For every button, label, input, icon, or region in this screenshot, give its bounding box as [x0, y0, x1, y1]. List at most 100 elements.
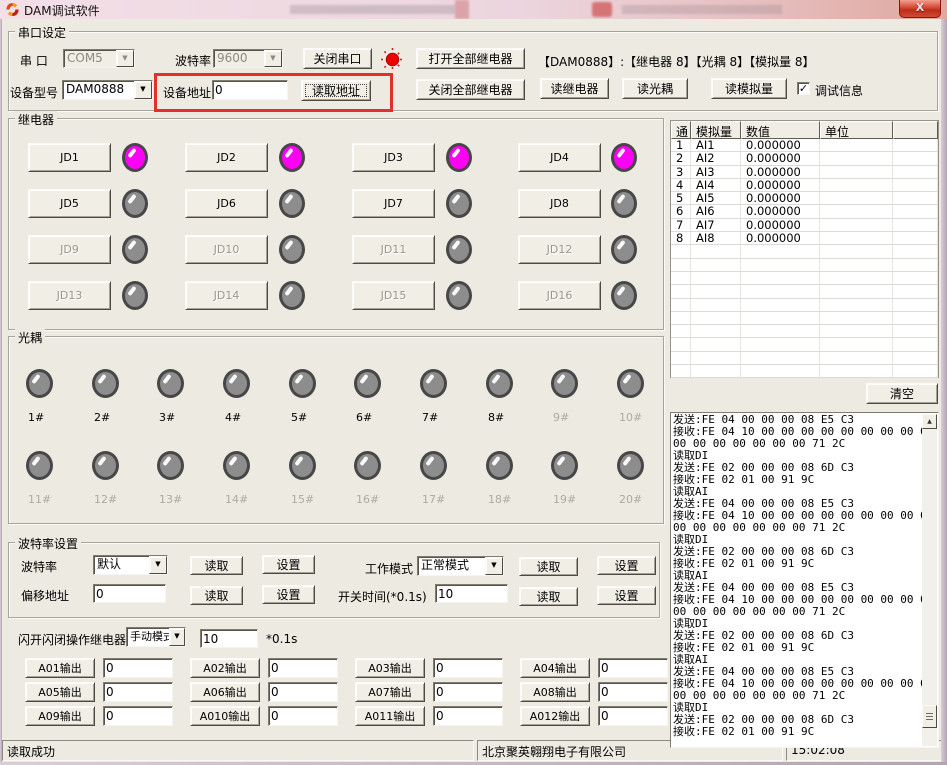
- close-all-relays-button[interactable]: 关闭全部继电器: [416, 79, 525, 100]
- ao-button-A06[interactable]: A06输出: [190, 682, 260, 702]
- offset-address-input[interactable]: [93, 584, 166, 603]
- read-relay-button[interactable]: 读继电器: [540, 78, 609, 99]
- ao-button-A01[interactable]: A01输出: [25, 658, 95, 678]
- ao-input-A012[interactable]: [598, 706, 668, 726]
- relay-button-jd12[interactable]: JD12: [518, 235, 601, 264]
- ao-input-A07[interactable]: [433, 682, 503, 702]
- table-cell: 6: [671, 205, 691, 217]
- ao-button-A012[interactable]: A012输出: [520, 706, 590, 726]
- switch-time-read-button[interactable]: 读取: [519, 587, 578, 606]
- work-mode-set-button[interactable]: 设置: [597, 556, 656, 575]
- offset-set-button[interactable]: 设置: [262, 585, 315, 604]
- ao-input-A09[interactable]: [103, 706, 173, 726]
- opto-led-3: [157, 369, 184, 398]
- ao-button-A07[interactable]: A07输出: [355, 682, 425, 702]
- ao-input-A06[interactable]: [268, 682, 338, 702]
- relay-button-jd7[interactable]: JD7: [352, 189, 435, 218]
- baud-default-select[interactable]: 默认 ▼: [93, 555, 168, 575]
- relay-button-jd10[interactable]: JD10: [185, 235, 268, 264]
- table-row: 4AI40.000000: [671, 179, 938, 192]
- table-cell: [893, 232, 938, 244]
- table-cell: [741, 325, 820, 337]
- close-serial-button[interactable]: 关闭串口: [303, 48, 372, 69]
- debug-info-checkbox[interactable]: ✓: [797, 82, 810, 95]
- relay-button-jd9[interactable]: JD9: [28, 235, 111, 264]
- log-scrollbar[interactable]: ▲: [922, 414, 937, 746]
- table-header-extra[interactable]: [893, 121, 938, 139]
- ao-input-A05[interactable]: [103, 682, 173, 702]
- baud-read-button[interactable]: 读取: [190, 556, 243, 575]
- relay-button-jd11[interactable]: JD11: [352, 235, 435, 264]
- ao-input-A010[interactable]: [268, 706, 338, 726]
- ao-input-A08[interactable]: [598, 682, 668, 702]
- relay-button-jd6[interactable]: JD6: [185, 189, 268, 218]
- baud-set-button[interactable]: 设置: [262, 555, 315, 574]
- table-row: [671, 272, 938, 285]
- relay-button-jd14[interactable]: JD14: [185, 281, 268, 310]
- ao-input-A011[interactable]: [433, 706, 503, 726]
- switch-time-set-button[interactable]: 设置: [597, 586, 656, 605]
- relay-button-jd4[interactable]: JD4: [518, 143, 601, 172]
- ao-button-A011[interactable]: A011输出: [355, 706, 425, 726]
- table-cell: [691, 285, 741, 297]
- ao-button-A03[interactable]: A03输出: [355, 658, 425, 678]
- ao-button-A010[interactable]: A010输出: [190, 706, 260, 726]
- baud-rate-select[interactable]: 9600 ▼: [213, 49, 283, 68]
- ao-button-A05[interactable]: A05输出: [25, 682, 95, 702]
- ao-input-A02[interactable]: [268, 658, 338, 678]
- relay-button-jd15[interactable]: JD15: [352, 281, 435, 310]
- offset-read-button[interactable]: 读取: [190, 586, 243, 605]
- work-mode-read-button[interactable]: 读取: [519, 557, 578, 576]
- relay-button-jd3[interactable]: JD3: [352, 143, 435, 172]
- ao-input-A01[interactable]: [103, 658, 173, 678]
- ao-button-A02[interactable]: A02输出: [190, 658, 260, 678]
- baud-label: 波特率: [175, 52, 211, 69]
- opto-group-title: 光耦: [15, 329, 45, 346]
- table-header-模拟量[interactable]: 模拟量: [691, 121, 741, 139]
- scrollbar-thumb[interactable]: [922, 705, 937, 728]
- table-cell: [893, 152, 938, 164]
- flash-time-input[interactable]: [200, 629, 258, 648]
- table-header-通[interactable]: 通: [671, 121, 691, 139]
- log-area[interactable]: 发送:FE 04 00 00 00 08 E5 C3接收:FE 04 10 00…: [670, 412, 939, 748]
- opto-label-13: 13#: [159, 493, 182, 506]
- relay-button-jd5[interactable]: JD5: [28, 189, 111, 218]
- relay-led-jd5: [122, 189, 148, 218]
- opto-label-16: 16#: [356, 493, 379, 506]
- switch-time-input[interactable]: [435, 584, 508, 603]
- open-all-relays-button[interactable]: 打开全部继电器: [416, 48, 525, 69]
- scroll-up-button[interactable]: ▲: [922, 414, 937, 429]
- ao-button-A08[interactable]: A08输出: [520, 682, 590, 702]
- opto-led-10: [617, 369, 644, 398]
- flash-mode-select[interactable]: 手动模式 ▼: [126, 627, 186, 647]
- relay-button-jd13[interactable]: JD13: [28, 281, 111, 310]
- table-header-单位[interactable]: 单位: [820, 121, 893, 139]
- table-cell: 0.000000: [741, 152, 820, 164]
- table-row: [671, 245, 938, 258]
- table-header-数值[interactable]: 数值: [741, 121, 820, 139]
- clear-button[interactable]: 清空: [866, 383, 938, 404]
- read-opto-button[interactable]: 读光耦: [622, 78, 688, 99]
- ao-button-A09[interactable]: A09输出: [25, 706, 95, 726]
- ao-input-A04[interactable]: [598, 658, 668, 678]
- title-bar[interactable]: DAM调试软件 X: [0, 0, 947, 19]
- opto-led-20: [617, 451, 644, 480]
- device-model-select[interactable]: DAM0888 ▼: [62, 80, 153, 100]
- ao-button-A04[interactable]: A04输出: [520, 658, 590, 678]
- table-cell: [820, 352, 893, 364]
- work-mode-select[interactable]: 正常模式 ▼: [417, 556, 504, 576]
- relay-button-jd16[interactable]: JD16: [518, 281, 601, 310]
- opto-label-11: 11#: [28, 493, 51, 506]
- com-port-select[interactable]: COM5 ▼: [63, 49, 135, 68]
- relay-button-jd8[interactable]: JD8: [518, 189, 601, 218]
- ao-input-A03[interactable]: [433, 658, 503, 678]
- close-button[interactable]: X: [899, 0, 941, 18]
- relay-button-jd2[interactable]: JD2: [185, 143, 268, 172]
- table-row: [671, 259, 938, 272]
- serial-status-led: [380, 47, 405, 72]
- read-analog-button[interactable]: 读模拟量: [711, 78, 787, 99]
- window-border-right: [941, 19, 947, 762]
- relay-button-jd1[interactable]: JD1: [28, 143, 111, 172]
- relay-led-jd9: [122, 235, 148, 264]
- debug-info-label: 调试信息: [815, 82, 863, 99]
